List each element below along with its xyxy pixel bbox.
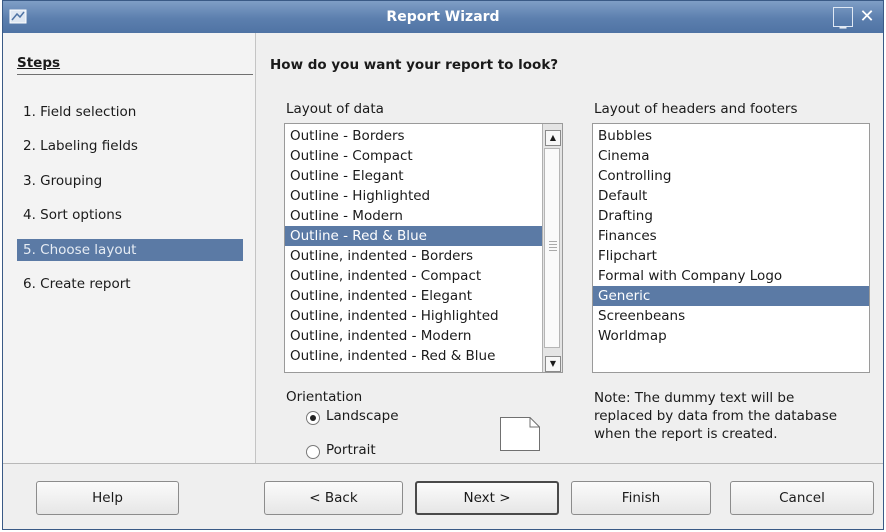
list-item[interactable]: Outline, indented - Borders bbox=[285, 246, 542, 266]
list-item[interactable]: Outline, indented - Modern bbox=[285, 326, 542, 346]
step-item[interactable]: 3. Grouping bbox=[17, 170, 243, 192]
list-item[interactable]: Screenbeans bbox=[593, 306, 869, 326]
landscape-label[interactable]: Landscape bbox=[326, 408, 399, 424]
steps-title: Steps bbox=[17, 55, 61, 71]
button-divider bbox=[3, 463, 883, 464]
page-heading: How do you want your report to look? bbox=[270, 57, 559, 73]
orientation-label: Orientation bbox=[286, 389, 363, 405]
landscape-radio[interactable] bbox=[306, 411, 320, 425]
list-item[interactable]: Outline - Modern bbox=[285, 206, 542, 226]
report-wizard-window: Report Wizard _ ✕ Steps 1. Field selecti… bbox=[2, 0, 884, 530]
list-item[interactable]: Generic bbox=[593, 286, 869, 306]
layout-of-data-label: Layout of data bbox=[286, 101, 384, 117]
list-item[interactable]: Outline - Elegant bbox=[285, 166, 542, 186]
step-item[interactable]: 2. Labeling fields bbox=[17, 135, 243, 157]
list-item[interactable]: Outline, indented - Compact bbox=[285, 266, 542, 286]
next-button[interactable]: Next > bbox=[415, 481, 559, 515]
window-title: Report Wizard bbox=[386, 9, 500, 25]
finish-button[interactable]: Finish bbox=[571, 481, 711, 515]
page-orientation-icon bbox=[500, 417, 540, 451]
step-item[interactable]: 4. Sort options bbox=[17, 204, 243, 226]
scroll-thumb[interactable] bbox=[544, 148, 560, 348]
cancel-button[interactable]: Cancel bbox=[730, 481, 874, 515]
back-button[interactable]: < Back bbox=[264, 481, 403, 515]
list-item[interactable]: Outline - Borders bbox=[285, 126, 542, 146]
list-item[interactable]: Outline - Highlighted bbox=[285, 186, 542, 206]
headers-footers-label: Layout of headers and footers bbox=[594, 101, 798, 117]
close-icon[interactable]: ✕ bbox=[857, 7, 877, 27]
minimize-icon[interactable]: _ bbox=[833, 7, 853, 29]
step-item[interactable]: 6. Create report bbox=[17, 273, 243, 295]
step-item[interactable]: 1. Field selection bbox=[17, 101, 243, 123]
main-content: How do you want your report to look? Lay… bbox=[256, 33, 884, 463]
layout-of-data-scrollbar[interactable]: ▲ ▼ bbox=[542, 124, 562, 372]
list-item[interactable]: Worldmap bbox=[593, 326, 869, 346]
scroll-up-icon[interactable]: ▲ bbox=[545, 130, 561, 146]
list-item[interactable]: Drafting bbox=[593, 206, 869, 226]
help-button[interactable]: Help bbox=[36, 481, 179, 515]
layout-of-data-listbox[interactable]: Outline - Borders Outline - Compact Outlin… bbox=[284, 123, 563, 373]
list-item[interactable]: Outline, indented - Highlighted bbox=[285, 306, 542, 326]
list-item[interactable]: Outline, indented - Red & Blue bbox=[285, 346, 542, 366]
list-item[interactable]: Cinema bbox=[593, 146, 869, 166]
list-item[interactable]: Flipchart bbox=[593, 246, 869, 266]
list-item[interactable]: Bubbles bbox=[593, 126, 869, 146]
scroll-down-icon[interactable]: ▼ bbox=[545, 356, 561, 372]
steps-divider bbox=[17, 74, 253, 75]
list-item[interactable]: Default bbox=[593, 186, 869, 206]
note-text: Note: The dummy text will be replaced by… bbox=[594, 390, 838, 442]
portrait-label[interactable]: Portrait bbox=[326, 442, 376, 458]
step-item[interactable]: 5. Choose layout bbox=[17, 239, 243, 261]
steps-pane: Steps 1. Field selection 2. Labeling fiel… bbox=[3, 33, 256, 463]
headers-footers-listbox[interactable]: Bubbles Cinema Controlling Default Drafting F… bbox=[592, 123, 870, 373]
list-item[interactable]: Controlling bbox=[593, 166, 869, 186]
list-item[interactable]: Outline, indented - Elegant bbox=[285, 286, 542, 306]
list-item[interactable]: Finances bbox=[593, 226, 869, 246]
list-item[interactable]: Outline - Compact bbox=[285, 146, 542, 166]
portrait-radio[interactable] bbox=[306, 445, 320, 459]
title-bar[interactable]: Report Wizard _ ✕ bbox=[3, 1, 883, 33]
list-item[interactable]: Formal with Company Logo bbox=[593, 266, 869, 286]
list-item[interactable]: Outline - Red & Blue bbox=[285, 226, 542, 246]
